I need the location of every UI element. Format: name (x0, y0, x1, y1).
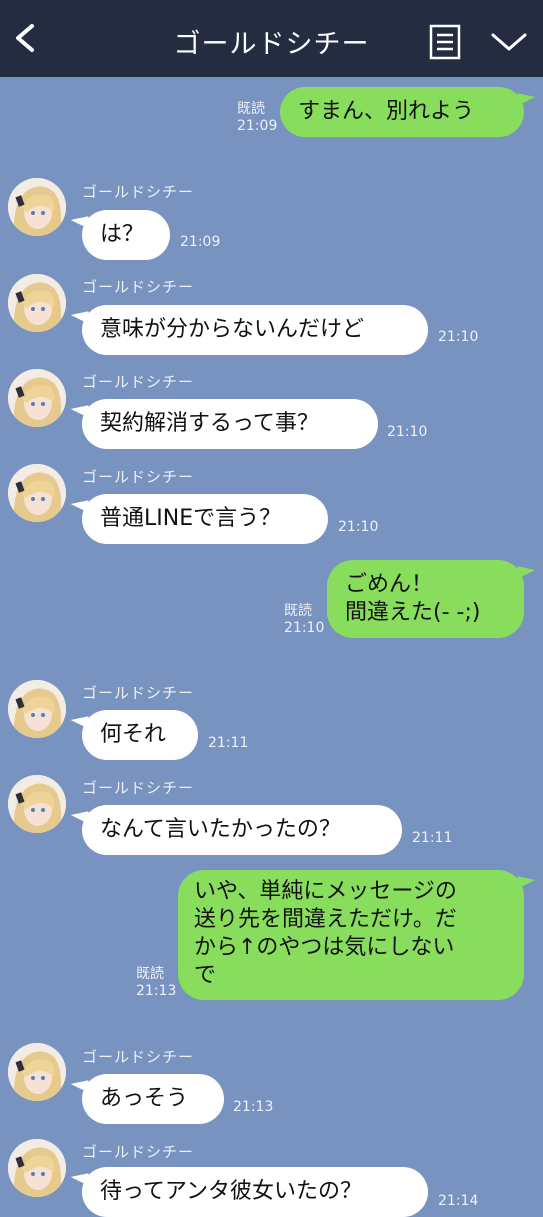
message-bubble-incoming[interactable]: なんて言いたかったの？ (82, 805, 402, 855)
message-text: 待ってアンタ彼女いたの？ (100, 1179, 363, 1204)
message-time: 21:09 (180, 234, 221, 250)
message-time: 21:10 (338, 519, 379, 535)
avatar-portrait-icon (8, 369, 66, 427)
message-bubble-incoming[interactable]: 何それ (82, 710, 198, 760)
message-time: 21:13 (136, 983, 177, 999)
read-receipt: 既読 (284, 603, 312, 619)
message-bubble-incoming[interactable]: 普通LINEで言う？ (82, 494, 328, 544)
avatar-portrait-icon (8, 680, 66, 738)
chat-area[interactable]: 既読 21:09 すまん、別れよう ゴールドシチー は？ 21:09 ゴールドシ… (0, 77, 543, 1217)
sender-name: ゴールドシチー (82, 779, 195, 797)
avatar[interactable] (8, 1139, 66, 1197)
read-receipt: 既読 (136, 966, 164, 982)
message-line: 間違えた(- -;) (345, 600, 481, 625)
avatar-portrait-icon (8, 775, 66, 833)
message-time: 21:10 (284, 620, 325, 636)
chat-header: ゴールドシチー (0, 0, 543, 77)
message-meta: 既読 21:10 (284, 603, 324, 637)
avatar[interactable] (8, 775, 66, 833)
sender-name: ゴールドシチー (82, 183, 195, 201)
chevron-down-icon[interactable] (490, 30, 528, 54)
avatar[interactable] (8, 274, 66, 332)
avatar[interactable] (8, 1043, 66, 1101)
message-meta: 既読 21:13 (136, 966, 176, 1000)
avatar-portrait-icon (8, 1043, 66, 1101)
message-line: で (194, 963, 217, 988)
message-bubble-outgoing[interactable]: ごめん！ 間違えた(- -;) (327, 560, 524, 638)
avatar[interactable] (8, 369, 66, 427)
message-text: は？ (100, 222, 145, 247)
message-bubble-incoming[interactable]: あっそう (82, 1074, 224, 1124)
message-text: 意味が分からないんだけど (100, 317, 365, 342)
message-bubble-outgoing[interactable]: すまん、別れよう (280, 87, 524, 137)
message-line: 送り先を間違えただけ。だ (194, 907, 457, 932)
avatar-portrait-icon (8, 274, 66, 332)
message-line: から↑のやつは気にしない (194, 935, 455, 960)
message-bubble-incoming[interactable]: は？ (82, 210, 170, 260)
message-text: 普通LINEで言う？ (100, 506, 282, 531)
message-line: ごめん！ (345, 572, 434, 597)
message-text: 契約解消するって事？ (100, 411, 319, 436)
sender-name: ゴールドシチー (82, 684, 195, 702)
message-time: 21:14 (438, 1193, 479, 1209)
notes-icon[interactable] (429, 24, 461, 60)
avatar[interactable] (8, 680, 66, 738)
read-receipt: 既読 (237, 101, 265, 117)
avatar[interactable] (8, 178, 66, 236)
message-bubble-incoming[interactable]: 契約解消するって事？ (82, 399, 378, 449)
message-time: 21:11 (208, 735, 249, 751)
message-text: すまん、別れよう (298, 99, 475, 124)
message-text: なんて言いたかったの？ (100, 817, 341, 842)
sender-name: ゴールドシチー (82, 278, 195, 296)
message-time: 21:13 (233, 1099, 274, 1115)
message-bubble-incoming[interactable]: 意味が分からないんだけど (82, 305, 428, 355)
sender-name: ゴールドシチー (82, 1143, 195, 1161)
message-meta: 既読 21:09 (237, 101, 277, 135)
message-time: 21:10 (438, 329, 479, 345)
avatar-portrait-icon (8, 464, 66, 522)
sender-name: ゴールドシチー (82, 1048, 195, 1066)
message-time: 21:11 (412, 830, 453, 846)
message-text: あっそう (100, 1086, 189, 1111)
chat-title: ゴールドシチー (173, 29, 370, 60)
message-line: いや、単純にメッセージの (194, 879, 457, 904)
avatar[interactable] (8, 464, 66, 522)
sender-name: ゴールドシチー (82, 468, 195, 486)
message-time: 21:10 (387, 424, 428, 440)
avatar-portrait-icon (8, 178, 66, 236)
sender-name: ゴールドシチー (82, 373, 195, 391)
message-bubble-outgoing[interactable]: いや、単純にメッセージの 送り先を間違えただけ。だ から↑のやつは気にしない で (178, 870, 524, 1000)
message-bubble-incoming[interactable]: 待ってアンタ彼女いたの？ (82, 1167, 428, 1217)
avatar-portrait-icon (8, 1139, 66, 1197)
message-time: 21:09 (237, 118, 278, 134)
message-text: 何それ (100, 722, 167, 747)
